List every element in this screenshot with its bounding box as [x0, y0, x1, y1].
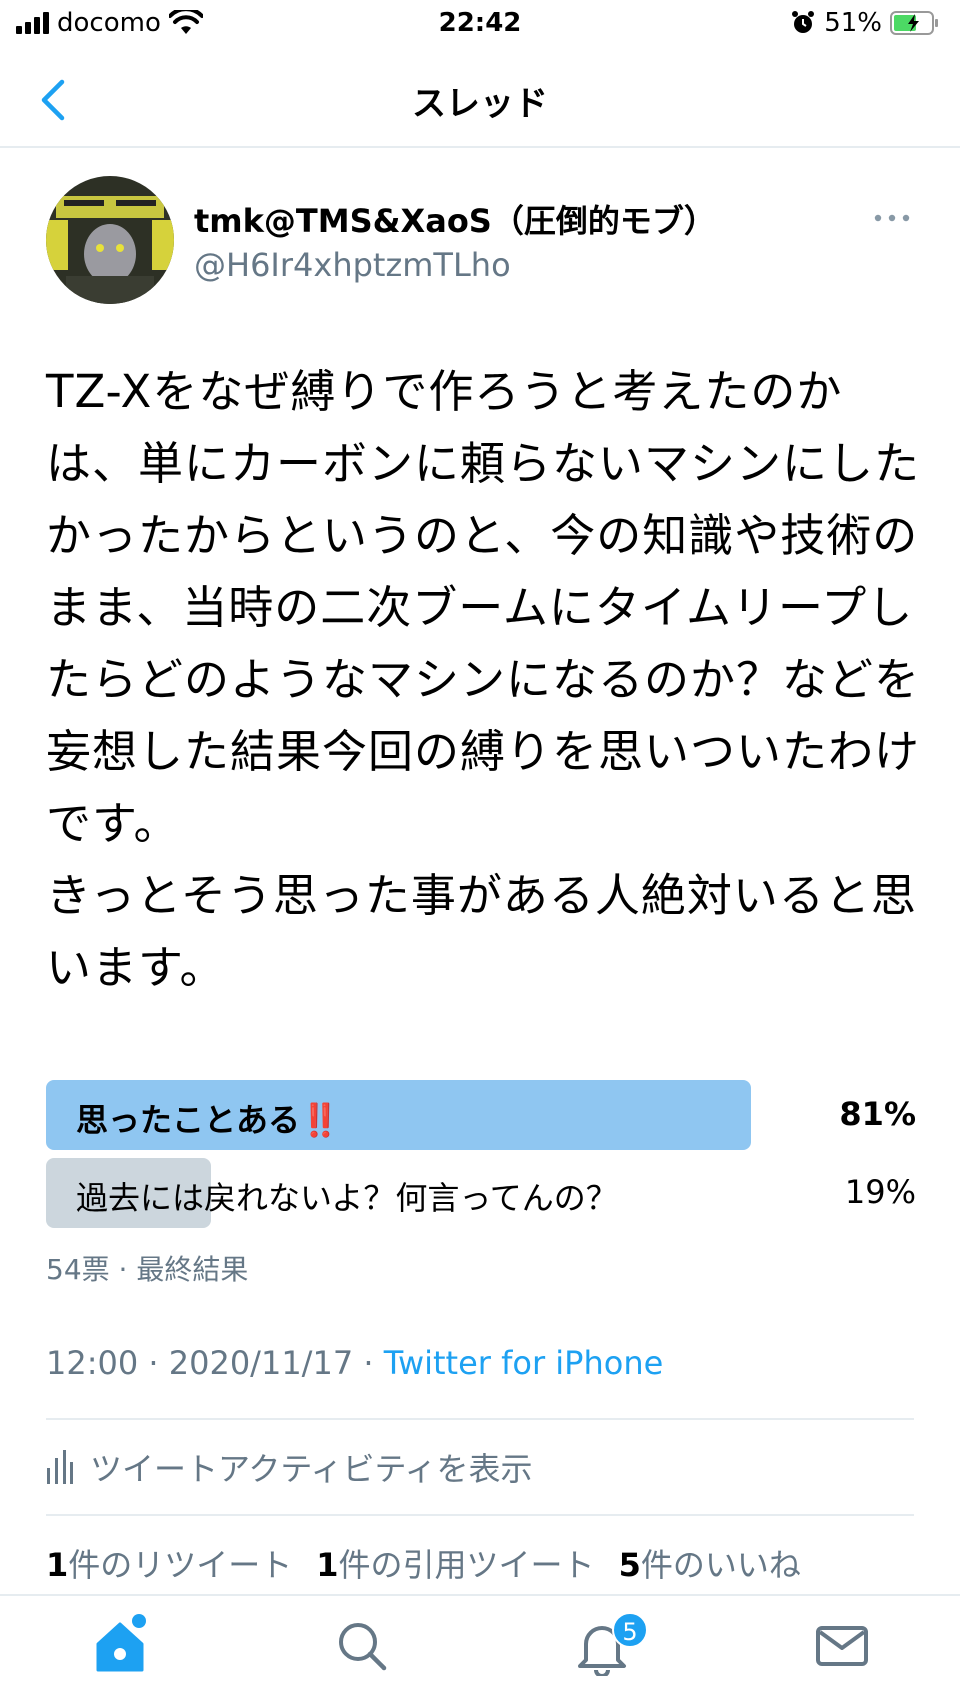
- tweet-meta: 12:00 · 2020/11/17 · Twitter for iPhone: [46, 1344, 663, 1382]
- user-name[interactable]: tmk@TMS&XaoS（圧倒的モブ）: [194, 196, 716, 242]
- nav-bar: スレッド: [0, 52, 960, 148]
- poll-option-label: 過去には戻れないよ？何言ってんの？: [76, 1179, 618, 1217]
- poll-percent: 19%: [844, 1173, 916, 1211]
- poll-summary: 54票 · 最終結果: [46, 1253, 249, 1286]
- tab-bar: 5: [0, 1594, 960, 1706]
- analytics-icon: [47, 1450, 73, 1484]
- divider: [46, 1514, 914, 1516]
- page-title: スレッド: [412, 84, 548, 124]
- notification-badge: 5: [612, 1612, 648, 1648]
- likes-stat[interactable]: 5件のいいね: [619, 1540, 801, 1586]
- alarm-icon: [792, 11, 815, 33]
- battery-percent: 51%: [824, 8, 882, 38]
- search-icon: [339, 1623, 387, 1671]
- home-unread-dot: [132, 1614, 146, 1628]
- poll-percent: 81%: [839, 1095, 916, 1133]
- poll-option-2: 過去には戻れないよ？何言ってんの？ 19%: [46, 1158, 916, 1228]
- user-handle[interactable]: @H6Ir4xhptzmTLho: [194, 246, 511, 284]
- activity-label: ツイートアクティビティを表示: [90, 1450, 533, 1488]
- tab-search[interactable]: [332, 1616, 392, 1676]
- mail-icon: [816, 1626, 868, 1666]
- avatar-image: [46, 176, 174, 304]
- status-right: 51%: [790, 8, 940, 38]
- quotes-stat[interactable]: 1件の引用ツイート: [316, 1540, 594, 1586]
- tweet-text: TZ-Xをなぜ縛りで作ろうと考えたのかは、単にカーボンに頼らないマシンにしたかっ…: [46, 365, 921, 994]
- double-exclamation-icon: ‼️: [300, 1101, 340, 1139]
- source-link[interactable]: Twitter for iPhone: [384, 1344, 664, 1382]
- engagement-stats: 1件のリツイート 1件の引用ツイート 5件のいいね: [46, 1540, 801, 1586]
- poll-option-label: 思ったことある: [76, 1101, 301, 1139]
- retweets-stat[interactable]: 1件のリツイート: [46, 1540, 292, 1586]
- status-bar: docomo 22:42 51%: [0, 0, 960, 52]
- tweet-activity-link[interactable]: ツイートアクティビティを表示: [46, 1442, 533, 1492]
- timestamp: 12:00 · 2020/11/17 ·: [46, 1344, 384, 1382]
- poll-option-1: 思ったことある‼️ 81%: [46, 1080, 916, 1150]
- more-options-icon[interactable]: [872, 206, 912, 230]
- divider: [46, 1418, 914, 1420]
- battery-icon: [890, 11, 938, 35]
- avatar[interactable]: [46, 176, 174, 304]
- tab-messages[interactable]: [812, 1616, 872, 1676]
